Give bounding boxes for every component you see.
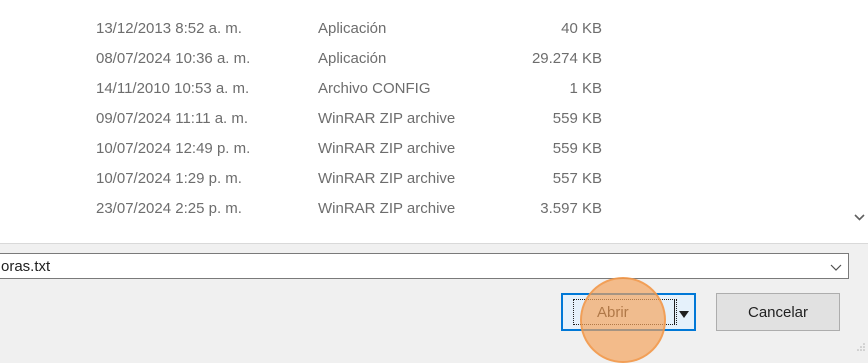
- open-button[interactable]: Abrir: [561, 293, 696, 331]
- file-date: 08/07/2024 10:36 a. m.: [96, 50, 251, 67]
- file-row[interactable]: 14/11/2010 10:53 a. m. Archivo CONFIG 1 …: [0, 74, 848, 104]
- scroll-down-button[interactable]: [853, 210, 866, 224]
- file-size: 559 KB: [552, 110, 602, 127]
- chevron-down-icon: [854, 214, 865, 221]
- file-size: 559 KB: [552, 140, 602, 157]
- open-split-divider: [674, 299, 675, 325]
- file-date: 13/12/2013 8:52 a. m.: [96, 20, 242, 37]
- file-date: 14/11/2010 10:53 a. m.: [96, 80, 250, 97]
- file-date: 23/07/2024 2:25 p. m.: [96, 200, 242, 217]
- file-row[interactable]: 10/07/2024 12:49 p. m. WinRAR ZIP archiv…: [0, 134, 848, 164]
- filename-combobox[interactable]: oras.txt: [0, 253, 849, 279]
- file-size: 3.597 KB: [540, 200, 602, 217]
- file-row[interactable]: 10/07/2024 1:29 p. m. WinRAR ZIP archive…: [0, 164, 848, 194]
- file-size: 40 KB: [561, 20, 602, 37]
- open-split-dropdown[interactable]: [678, 307, 690, 318]
- resize-grip-icon[interactable]: [856, 342, 866, 352]
- file-type: Aplicación: [318, 20, 387, 37]
- filename-dropdown-button[interactable]: [830, 260, 842, 272]
- file-row[interactable]: 13/12/2013 8:52 a. m. Aplicación 40 KB: [0, 14, 848, 44]
- filename-input[interactable]: oras.txt: [1, 258, 50, 275]
- file-row[interactable]: 23/07/2024 2:25 p. m. WinRAR ZIP archive…: [0, 194, 848, 224]
- file-type: WinRAR ZIP archive: [318, 200, 456, 217]
- file-size: 557 KB: [552, 170, 602, 187]
- chevron-down-icon: [830, 264, 842, 271]
- cancel-button[interactable]: Cancelar: [716, 293, 840, 331]
- vertical-scrollbar[interactable]: [851, 0, 868, 243]
- open-button-label: Abrir: [597, 304, 629, 321]
- section-divider: [0, 243, 868, 244]
- caret-down-icon: [679, 311, 689, 318]
- file-type: WinRAR ZIP archive: [318, 140, 456, 157]
- file-row[interactable]: 09/07/2024 11:11 a. m. WinRAR ZIP archiv…: [0, 104, 848, 134]
- cancel-button-label: Cancelar: [747, 304, 809, 321]
- file-type: Aplicación: [318, 50, 387, 67]
- file-date: 10/07/2024 1:29 p. m.: [96, 170, 242, 187]
- file-size: 29.274 KB: [531, 50, 602, 67]
- file-row[interactable]: 08/07/2024 10:36 a. m. Aplicación 29.274…: [0, 44, 848, 74]
- file-size: 1 KB: [569, 80, 602, 97]
- file-list[interactable]: 13/12/2013 8:52 a. m. Aplicación 40 KB 0…: [0, 0, 868, 243]
- file-date: 09/07/2024 11:11 a. m.: [96, 110, 249, 127]
- file-date: 10/07/2024 12:49 p. m.: [96, 140, 251, 157]
- file-type: WinRAR ZIP archive: [318, 170, 456, 187]
- file-type: Archivo CONFIG: [318, 80, 431, 97]
- file-type: WinRAR ZIP archive: [318, 110, 456, 127]
